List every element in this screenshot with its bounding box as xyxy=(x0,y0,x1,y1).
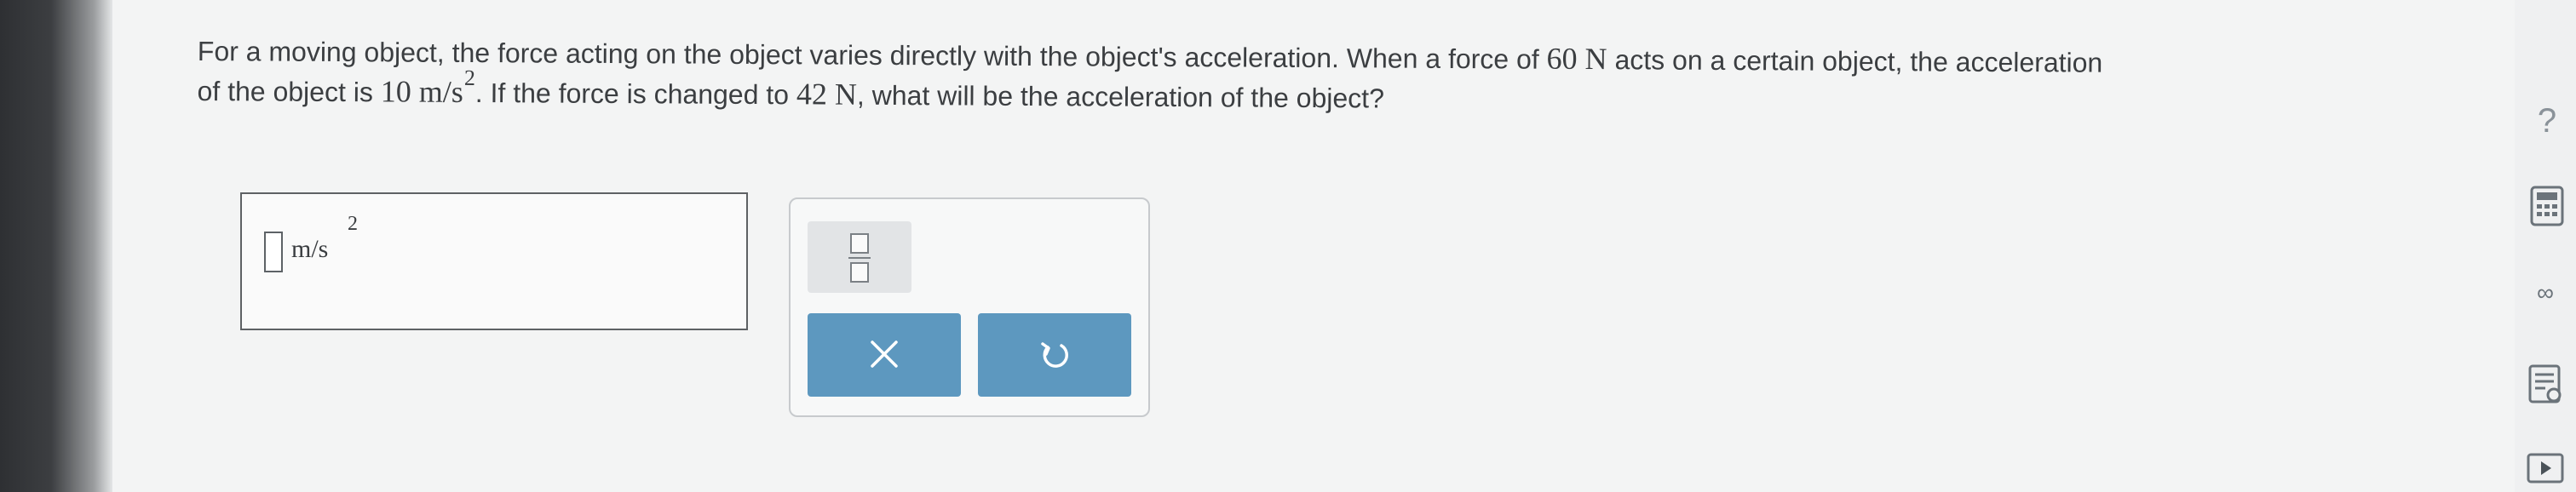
answer-input-box[interactable]: m/s 2 xyxy=(240,192,748,330)
force-2: 42 N xyxy=(796,77,858,112)
fraction-icon xyxy=(850,233,869,254)
math-tool-panel xyxy=(789,197,1150,417)
answer-unit-exponent: 2 xyxy=(348,213,358,235)
question-page: For a moving object, the force acting on… xyxy=(112,0,2515,492)
infinity-icon[interactable]: ∞ xyxy=(2528,281,2562,305)
undo-icon xyxy=(1041,342,1068,368)
clear-button[interactable] xyxy=(808,313,961,397)
fraction-bar xyxy=(848,257,871,259)
left-window-edge xyxy=(0,0,112,492)
force-1: 60 N xyxy=(1546,41,1607,77)
calculator-icon[interactable] xyxy=(2530,186,2564,226)
help-icon[interactable]: ? xyxy=(2530,100,2564,141)
answer-unit: m/s xyxy=(291,235,329,263)
acceleration-exponent: 2 xyxy=(463,65,476,90)
right-toolbar: ? ∞ xyxy=(2515,0,2576,492)
close-icon xyxy=(871,340,898,368)
play-icon[interactable] xyxy=(2527,453,2564,483)
undo-button[interactable] xyxy=(978,313,1131,397)
data-icon[interactable] xyxy=(2528,364,2564,405)
fraction-denominator-box xyxy=(850,262,869,283)
question-text: For a moving object, the force acting on… xyxy=(197,31,2515,128)
answer-input-placeholder[interactable] xyxy=(264,232,283,272)
fraction-button[interactable] xyxy=(808,221,911,293)
acceleration-value: 10 m/s xyxy=(380,74,463,109)
